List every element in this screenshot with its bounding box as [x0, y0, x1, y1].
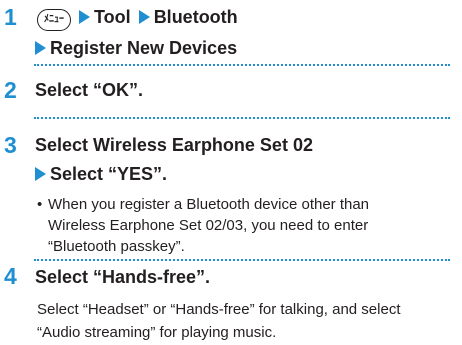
step-4-text: Select “Hands-free”. [35, 267, 211, 287]
note-line-3: “Bluetooth passkey”. [48, 238, 185, 255]
step-3-text: Select Wireless Earphone Set 02 [35, 135, 313, 155]
step-2-text: Select “OK”. [35, 80, 144, 100]
arrow-right-icon [138, 10, 150, 24]
arrow-right-icon [35, 41, 46, 55]
desc-line-2: “Audio streaming” for playing music. [37, 324, 277, 341]
arrow-right-icon [79, 10, 91, 24]
step-3-sub-text: Select “YES”. [50, 164, 168, 184]
separator [34, 259, 450, 261]
note-line-2: Wireless Earphone Set 02/03, you need to… [48, 217, 369, 234]
step-3-sub: Select “YES”. [35, 165, 167, 183]
separator [34, 117, 450, 119]
step-3-number: 3 [4, 132, 17, 158]
menu-path-tool: Tool [94, 7, 131, 27]
desc-line-1: Select “Headset” or “Hands-free” for tal… [37, 301, 401, 318]
menu-path-bluetooth: Bluetooth [153, 7, 238, 27]
arrow-right-icon [35, 167, 46, 181]
menu-key-icon: ﾒﾆｭｰ [37, 9, 71, 31]
step-4-number: 4 [4, 263, 17, 289]
menu-path-register-new-devices: Register New Devices [50, 38, 238, 58]
step-4-description: Select “Headset” or “Hands-free” for tal… [37, 298, 457, 344]
step-2-number: 2 [4, 77, 17, 103]
separator [34, 64, 450, 66]
step-1-line-2: Register New Devices [35, 39, 237, 57]
note-bullet: • [37, 196, 43, 213]
step-3-note: • When you register a Bluetooth device o… [37, 194, 457, 257]
note-line-1: When you register a Bluetooth device oth… [48, 196, 370, 213]
step-1-line-1: ﾒﾆｭｰ Tool Bluetooth [35, 8, 238, 31]
step-1-number: 1 [4, 4, 17, 30]
